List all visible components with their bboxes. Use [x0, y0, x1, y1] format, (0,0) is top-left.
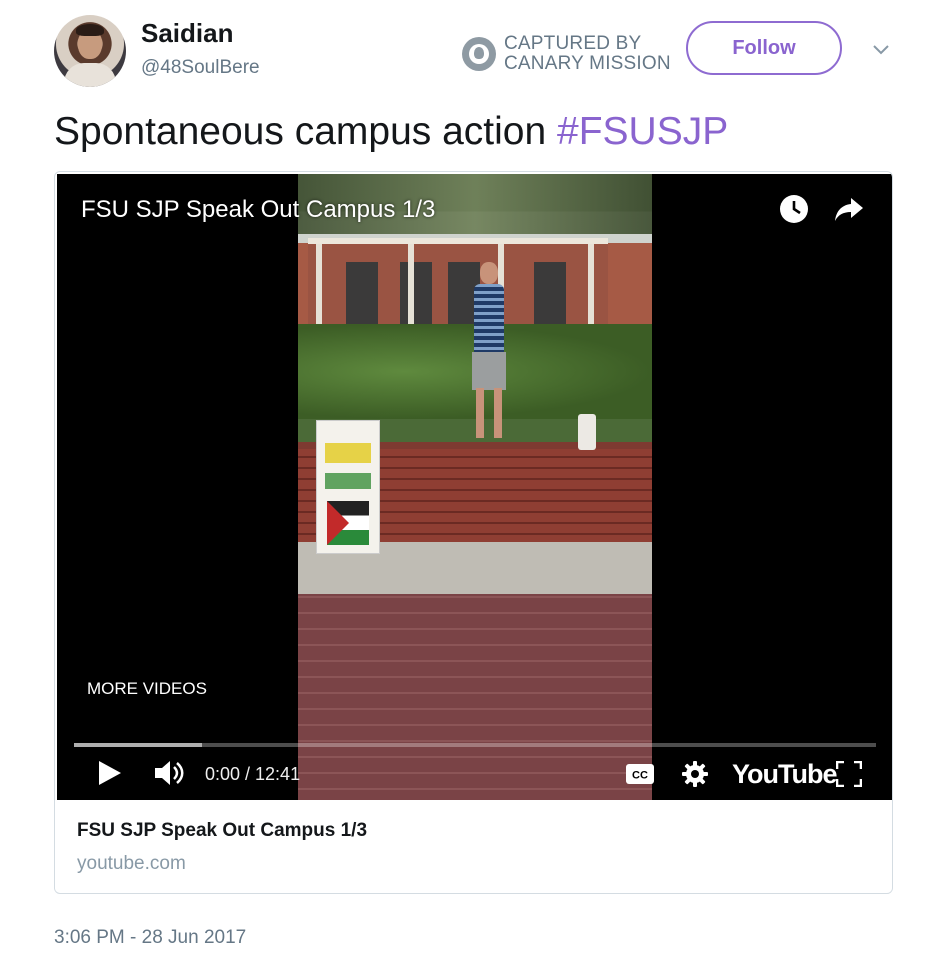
time-display: 0:00 / 12:41 — [205, 764, 301, 784]
user-handle[interactable]: @48SoulBere — [141, 57, 260, 79]
canary-icon — [462, 37, 496, 71]
sign-flag-triangle — [327, 501, 349, 545]
video-frame — [298, 174, 652, 800]
frame-brick-plaza — [298, 594, 652, 800]
avatar-shirt — [64, 63, 116, 87]
frame-megaphone — [578, 414, 596, 450]
share-icon[interactable] — [833, 194, 865, 224]
tweet-timestamp[interactable]: 3:06 PM - 28 Jun 2017 — [54, 927, 246, 949]
frame-person-leg — [476, 388, 484, 438]
frame-window — [400, 262, 432, 332]
video-title[interactable]: FSU SJP Speak Out Campus 1/3 — [81, 196, 435, 224]
captured-badge-line2: CANARY MISSION — [504, 53, 671, 74]
captions-icon[interactable]: CC — [625, 763, 655, 785]
captured-badge-text: CAPTURED BY CANARY MISSION — [504, 34, 671, 74]
sign-stripe-green — [325, 473, 371, 489]
video-player[interactable]: FSU SJP Speak Out Campus 1/3 MORE VIDEOS… — [57, 174, 892, 800]
svg-text:CC: CC — [632, 770, 648, 782]
card-domain[interactable]: youtube.com — [77, 853, 186, 875]
frame-person-shorts — [472, 352, 506, 390]
frame-person-head — [480, 262, 498, 284]
user-name[interactable]: Saidian — [141, 18, 233, 49]
user-avatar[interactable] — [54, 15, 126, 87]
fullscreen-icon[interactable] — [836, 761, 862, 787]
volume-icon[interactable] — [153, 759, 185, 787]
follow-button[interactable]: Follow — [686, 21, 842, 75]
tweet-body: Spontaneous campus action — [54, 110, 558, 153]
frame-protest-sign — [316, 420, 380, 554]
frame-window — [346, 262, 378, 332]
video-card[interactable]: FSU SJP Speak Out Campus 1/3 MORE VIDEOS… — [54, 171, 893, 894]
tweet-text: Spontaneous campus action #FSUSJP — [54, 110, 728, 154]
card-title[interactable]: FSU SJP Speak Out Campus 1/3 — [77, 820, 367, 842]
sign-stripe-yellow — [325, 443, 371, 463]
frame-window — [534, 262, 566, 332]
progress-bar[interactable] — [74, 743, 876, 747]
watch-later-icon[interactable] — [779, 194, 809, 224]
play-icon[interactable] — [97, 759, 123, 787]
frame-person-leg — [494, 388, 502, 438]
progress-buffered — [74, 743, 203, 747]
gear-icon[interactable] — [681, 760, 709, 788]
more-videos-button[interactable]: MORE VIDEOS — [87, 679, 207, 699]
frame-person-body — [474, 284, 504, 354]
hashtag-link[interactable]: #FSUSJP — [557, 110, 728, 153]
captured-badge-line1: CAPTURED BY — [504, 33, 642, 54]
youtube-logo[interactable]: YouTube — [732, 759, 837, 790]
captured-badge: CAPTURED BY CANARY MISSION — [462, 34, 671, 74]
avatar-hair — [76, 24, 104, 36]
chevron-down-icon[interactable] — [871, 40, 891, 60]
